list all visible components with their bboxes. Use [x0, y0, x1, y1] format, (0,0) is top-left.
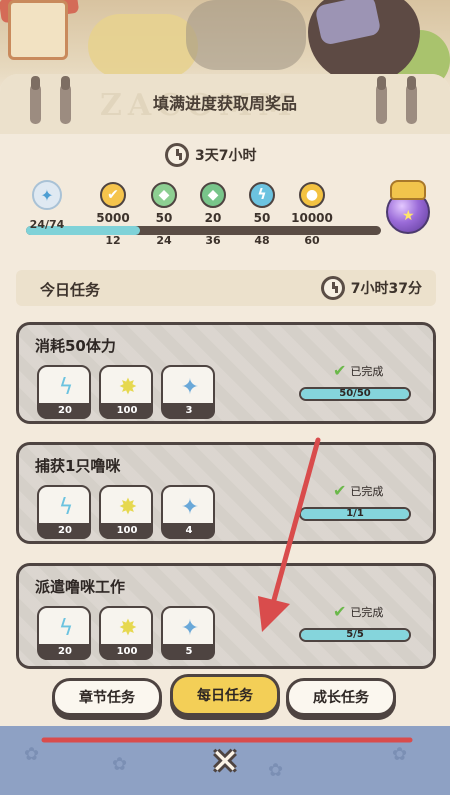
weekly-timer: 3天7小时 — [165, 141, 275, 169]
rock-illustration — [186, 0, 306, 70]
milestone-threshold: 48 — [254, 234, 270, 247]
reward-qty: 100 — [101, 403, 153, 419]
milestone-threshold: 24 — [156, 234, 172, 247]
clock-icon — [165, 143, 189, 167]
reward-item: ✦ 3 — [161, 365, 215, 419]
status-text: 已完成 — [350, 484, 384, 498]
star-powder-icon: ✸ — [118, 494, 138, 520]
current-points: ✦ 24/74 — [22, 180, 72, 231]
daily-task-header: 今日任务 7小时37分 — [16, 270, 436, 306]
blue-star-icon: ✦ — [180, 374, 200, 400]
task-status: ✔ 已完成 — [333, 602, 383, 621]
tab-daily-tasks[interactable]: 每日任务 — [170, 674, 280, 716]
reward-qty: 100 — [101, 523, 153, 539]
sparkle-icon: ★ — [402, 208, 415, 224]
check-icon: ✔ — [333, 602, 347, 621]
reward-qty: 4 — [163, 523, 215, 539]
reward-item: ✸ 100 — [99, 365, 153, 419]
coin-check-icon: ✔ — [100, 182, 126, 208]
green-crystal-icon: ◆ — [200, 182, 226, 208]
daily-title: 今日任务 — [40, 281, 101, 299]
close-icon[interactable]: ✕ — [201, 740, 249, 784]
current-points-text: 24/74 — [29, 218, 65, 231]
lightning-icon: ϟ — [249, 182, 275, 208]
task-progress-text: 50/50 — [339, 388, 371, 399]
reward-item: ✸ 100 — [99, 485, 153, 539]
milestone-amount: 50 — [253, 211, 271, 225]
paw-icon: ✿ — [112, 754, 128, 775]
task-card[interactable]: 消耗50体力 ϟ 20 ✸ 100 ✦ 3 ✔ 已完成 50/50 — [16, 322, 436, 424]
status-text: 已完成 — [350, 605, 384, 619]
check-icon: ✔ — [333, 361, 347, 380]
milestone-amount: 10000 — [291, 211, 333, 225]
task-card[interactable]: 派遣噜咪工作 ϟ 20 ✸ 100 ✦ 5 ✔ 已完成 5/5 — [16, 563, 436, 669]
milestone-amount: 20 — [204, 211, 222, 225]
blue-star-icon: ✦ — [180, 615, 200, 641]
daily-timer: 7小时37分 — [320, 276, 422, 300]
tab-growth-tasks[interactable]: 成长任务 — [286, 678, 396, 716]
page-title: 填满进度获取周奖品 — [152, 94, 297, 113]
task-progress-bar: 1/1 — [299, 507, 411, 521]
daily-timer-text: 7小时37分 — [350, 281, 422, 297]
gem-icon: ◆ — [151, 182, 177, 208]
reward-item: ϟ 20 — [37, 606, 91, 660]
task-card[interactable]: 捕获1只噜咪 ϟ 20 ✸ 100 ✦ 4 ✔ 已完成 1/1 — [16, 442, 436, 544]
weekly-timer-text: 3天7小时 — [195, 148, 257, 164]
check-icon: ✔ — [333, 481, 347, 500]
task-rewards: ϟ 20 ✸ 100 ✦ 4 — [37, 485, 215, 539]
star-powder-icon: ✸ — [118, 374, 138, 400]
milestone[interactable]: ◆ 50 24 — [139, 182, 189, 247]
milestone-threshold: 36 — [205, 234, 221, 247]
milestone-threshold: 60 — [304, 234, 320, 247]
clock-icon — [320, 276, 345, 300]
reward-qty: 20 — [39, 403, 91, 419]
task-status: ✔ 已完成 — [333, 361, 383, 380]
task-status: ✔ 已完成 — [333, 481, 383, 500]
reward-item: ϟ 20 — [37, 365, 91, 419]
task-progress-text: 5/5 — [346, 629, 364, 640]
fruit-cap-icon — [390, 180, 426, 200]
milestone-threshold: 12 — [105, 234, 121, 247]
task-rewards: ϟ 20 ✸ 100 ✦ 5 — [37, 606, 215, 660]
lightning-icon: ϟ — [58, 615, 74, 641]
tab-chapter-tasks[interactable]: 章节任务 — [52, 678, 162, 716]
task-name: 派遣噜咪工作 — [35, 578, 126, 596]
sand-illustration — [88, 14, 198, 78]
milestone[interactable]: ✔ 5000 12 — [88, 182, 138, 247]
reward-qty: 20 — [39, 644, 91, 660]
task-progress-bar: 5/5 — [299, 628, 411, 642]
task-progress-text: 1/1 — [346, 508, 364, 519]
lightning-icon: ϟ — [58, 374, 74, 400]
task-name: 捕获1只噜咪 — [35, 457, 121, 475]
paw-icon: ✿ — [268, 760, 284, 781]
reward-item: ϟ 20 — [37, 485, 91, 539]
milestone[interactable]: ϟ 50 48 — [237, 182, 287, 247]
milestone-amount: 50 — [155, 211, 173, 225]
weekly-progress: ✦ 24/74 ✔ 5000 12 ◆ 50 24 ◆ 20 36 ϟ 50 4… — [22, 178, 432, 258]
reward-qty: 3 — [163, 403, 215, 419]
blue-star-icon: ✦ — [32, 180, 62, 210]
star-powder-icon: ✸ — [118, 615, 138, 641]
reward-qty: 5 — [163, 644, 215, 660]
status-text: 已完成 — [350, 364, 384, 378]
milestone[interactable]: ● 10000 60 — [287, 182, 337, 247]
reward-qty: 100 — [101, 644, 153, 660]
house-illustration — [8, 0, 68, 60]
gold-coin-icon: ● — [299, 182, 325, 208]
task-name: 消耗50体力 — [35, 337, 116, 355]
blue-star-icon: ✦ — [180, 494, 200, 520]
reward-item: ✸ 100 — [99, 606, 153, 660]
paw-icon: ✿ — [24, 744, 40, 765]
task-rewards: ϟ 20 ✸ 100 ✦ 3 — [37, 365, 215, 419]
milestone-amount: 5000 — [96, 211, 130, 225]
lightning-icon: ϟ — [58, 494, 74, 520]
reward-item: ✦ 4 — [161, 485, 215, 539]
grand-prize[interactable]: ★ — [384, 178, 432, 238]
reward-qty: 20 — [39, 523, 91, 539]
paw-icon: ✿ — [392, 744, 408, 765]
task-tab-bar: 章节任务 每日任务 成长任务 — [0, 674, 450, 720]
milestone[interactable]: ◆ 20 36 — [188, 182, 238, 247]
task-progress-bar: 50/50 — [299, 387, 411, 401]
reward-item: ✦ 5 — [161, 606, 215, 660]
